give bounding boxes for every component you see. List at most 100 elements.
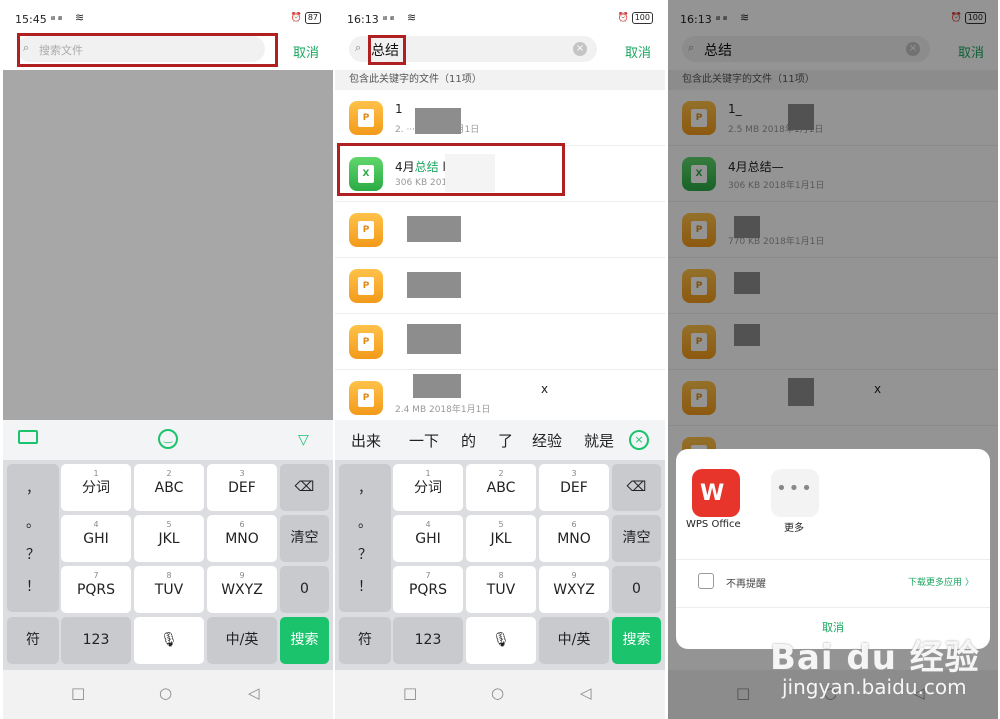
cancel-button[interactable]: 取消	[625, 42, 651, 61]
symbol-key[interactable]: 。	[339, 512, 391, 532]
key-5[interactable]: 5 JKL	[134, 515, 204, 562]
key-3[interactable]: 3 DEF	[539, 464, 609, 511]
home-icon[interactable]: ○	[491, 684, 504, 702]
nav-bar: □ ○ ◁	[335, 670, 665, 719]
back-icon[interactable]: ◁	[248, 684, 260, 702]
number-mode-key[interactable]: 123	[393, 617, 463, 664]
ppt-file-icon: P	[349, 325, 383, 359]
key-8[interactable]: 8 TUV	[134, 566, 204, 613]
search-key[interactable]: 搜索	[280, 617, 329, 664]
redaction-blur	[415, 108, 461, 134]
key-9[interactable]: 9 WXYZ	[207, 566, 277, 613]
chevron-down-icon[interactable]: ▽	[298, 432, 309, 448]
symbol-column[interactable]: ， 。 ？ ！	[339, 464, 391, 612]
key-1[interactable]: 1 分词	[61, 464, 131, 511]
backspace-icon: ⌫	[294, 479, 315, 495]
app-label-wps: WPS Office	[686, 519, 741, 530]
divider	[676, 559, 990, 560]
empty-results-area	[3, 70, 333, 420]
recents-icon[interactable]: □	[71, 684, 85, 702]
wps-office-icon[interactable]: W	[692, 469, 740, 517]
file-row[interactable]: P 1 2. ··· 2018年1月1日	[335, 90, 665, 146]
key-label: 符	[26, 632, 40, 648]
more-dots-icon[interactable]: •••	[771, 469, 819, 517]
signal-icon: ᵢₗ ᵢₗ	[51, 13, 63, 23]
key-6[interactable]: 6 MNO	[207, 515, 277, 562]
symbol-mode-key[interactable]: 符	[7, 617, 59, 664]
home-icon[interactable]: ○	[159, 684, 172, 702]
recents-icon[interactable]: □	[403, 684, 417, 702]
clear-icon[interactable]: ×	[573, 42, 587, 56]
language-toggle-key[interactable]: 中/英	[539, 617, 609, 664]
symbol-key[interactable]: ？	[339, 544, 391, 564]
zero-key[interactable]: 0	[612, 566, 661, 613]
key-number: 8	[498, 571, 504, 580]
key-1[interactable]: 1 分词	[393, 464, 463, 511]
symbol-key[interactable]: ，	[7, 478, 59, 498]
symbol-key[interactable]: ？	[7, 544, 59, 564]
candidate-word[interactable]: 经验	[532, 430, 562, 451]
ppt-file-icon: P	[349, 269, 383, 303]
symbol-key[interactable]: ，	[339, 478, 391, 498]
backspace-key[interactable]: ⌫	[280, 464, 329, 511]
symbol-key[interactable]: ！	[7, 576, 59, 596]
number-mode-key[interactable]: 123	[61, 617, 131, 664]
key-7[interactable]: 7 PQRS	[393, 566, 463, 613]
backspace-icon: ⌫	[626, 479, 647, 495]
key-number: 7	[93, 571, 99, 580]
symbol-key[interactable]: ！	[339, 576, 391, 596]
nav-bar: □ ○ ◁	[3, 670, 333, 719]
search-key[interactable]: 搜索	[612, 617, 661, 664]
file-row[interactable]: P	[335, 258, 665, 314]
candidate-word[interactable]: 了	[498, 430, 513, 451]
candidate-word[interactable]: 一下	[409, 430, 439, 451]
battery-icon: 87	[304, 12, 321, 24]
key-4[interactable]: 4 GHI	[61, 515, 131, 562]
clear-key[interactable]: 清空	[280, 515, 329, 562]
key-label: GHI	[83, 531, 109, 547]
key-label: PQRS	[408, 582, 448, 598]
backspace-key[interactable]: ⌫	[612, 464, 661, 511]
symbol-column[interactable]: ， 。 ？ ！	[7, 464, 59, 612]
keyboard-icon[interactable]	[18, 430, 38, 444]
symbol-mode-key[interactable]: 符	[339, 617, 391, 664]
language-toggle-key[interactable]: 中/英	[207, 617, 277, 664]
key-8[interactable]: 8 TUV	[466, 566, 536, 613]
file-row[interactable]: P	[335, 314, 665, 370]
candidate-word[interactable]: 就是	[584, 430, 618, 451]
key-2[interactable]: 2 ABC	[466, 464, 536, 511]
baidu-watermark-url: jingyan.baidu.com	[782, 675, 967, 699]
dont-remind-checkbox[interactable]	[698, 573, 714, 589]
battery-icon: 100	[631, 12, 653, 24]
cancel-button[interactable]: 取消	[293, 42, 319, 61]
key-label: 清空	[622, 530, 651, 546]
file-row[interactable]: P x 2.4 MB 2018年1月1日	[335, 370, 665, 426]
key-2[interactable]: 2 ABC	[134, 464, 204, 511]
status-bar: 16:13 ᵢₗ ᵢₗ ≋ ⏰ 100	[335, 0, 665, 34]
status-bar: 15:45 ᵢₗ ᵢₗ ≋ ⏰ 87	[3, 0, 333, 34]
key-3[interactable]: 3 DEF	[207, 464, 277, 511]
download-more-link[interactable]: 下载更多应用 〉	[908, 575, 974, 588]
file-row[interactable]: P	[335, 202, 665, 258]
key-6[interactable]: 6 MNO	[539, 515, 609, 562]
key-label: 中/英	[557, 632, 591, 648]
key-label: 123	[414, 632, 442, 648]
key-9[interactable]: 9 WXYZ	[539, 566, 609, 613]
key-label: 分词	[82, 480, 110, 496]
redaction-blur	[413, 374, 461, 398]
candidate-word[interactable]: 的	[461, 430, 476, 451]
key-label: ABC	[486, 480, 516, 496]
symbol-key[interactable]: 。	[7, 512, 59, 532]
emoji-icon[interactable]: ‿	[158, 429, 178, 449]
key-5[interactable]: 5 JKL	[466, 515, 536, 562]
back-icon[interactable]: ◁	[580, 684, 592, 702]
key-4[interactable]: 4 GHI	[393, 515, 463, 562]
clear-key[interactable]: 清空	[612, 515, 661, 562]
key-label: 搜索	[622, 632, 651, 648]
candidate-word[interactable]: 出来	[351, 430, 381, 451]
space-mic-key[interactable]: 🎙	[466, 617, 536, 664]
close-icon[interactable]: ×	[629, 430, 649, 450]
key-7[interactable]: 7 PQRS	[61, 566, 131, 613]
zero-key[interactable]: 0	[280, 566, 329, 613]
space-mic-key[interactable]: 🎙	[134, 617, 204, 664]
